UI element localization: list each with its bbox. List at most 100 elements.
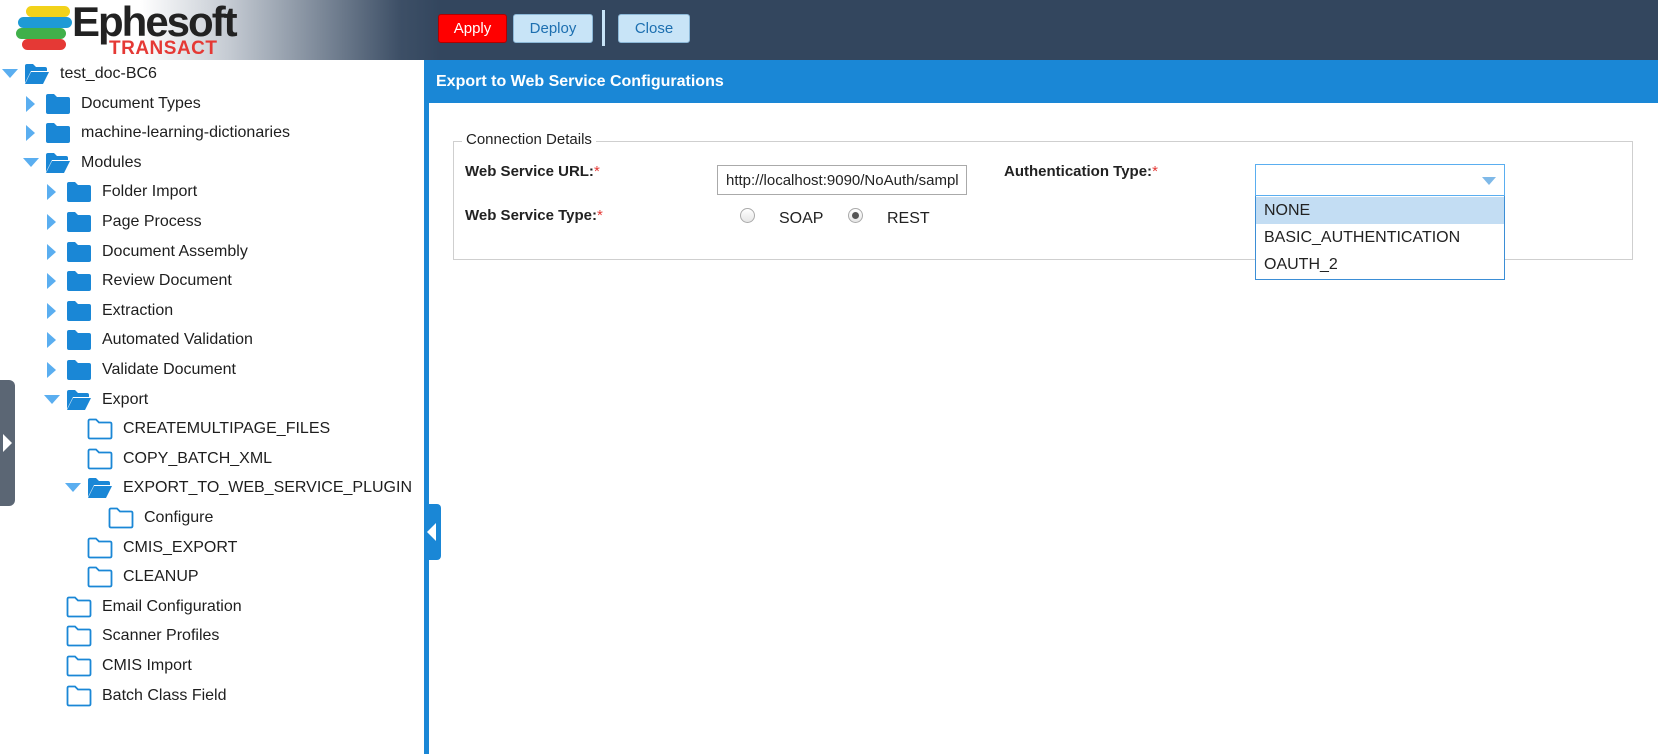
caret-down-icon[interactable]: [2, 66, 18, 82]
tree-item-label[interactable]: Email Configuration: [102, 598, 242, 616]
folder-outline-icon: [87, 566, 113, 588]
tree-item-label[interactable]: Document Types: [81, 95, 201, 113]
folder-icon: [45, 122, 71, 144]
tree-item[interactable]: Folder Import: [44, 178, 197, 206]
folder-outline-icon: [66, 625, 92, 647]
top-toolbar: Ephesoft TRANSACT Apply Deploy Close: [0, 0, 1658, 60]
caret-right-icon[interactable]: [44, 273, 60, 290]
tree-item[interactable]: CLEANUP: [65, 563, 199, 591]
tree-item[interactable]: Document Types: [23, 90, 201, 118]
folder-open-icon: [24, 63, 50, 85]
dropdown-option[interactable]: NONE: [1256, 197, 1504, 224]
tree-item-label[interactable]: Folder Import: [102, 183, 197, 201]
tree-item-label[interactable]: Validate Document: [102, 361, 236, 379]
web-service-type-label: Web Service Type:*: [465, 207, 603, 224]
caret-down-icon[interactable]: [44, 392, 60, 408]
tree-item-label[interactable]: Automated Validation: [102, 331, 253, 349]
rest-radio-label[interactable]: REST: [887, 210, 930, 228]
tree-item-label[interactable]: CREATEMULTIPAGE_FILES: [123, 420, 330, 438]
folder-open-icon: [66, 389, 92, 411]
tree-item-label[interactable]: CMIS Import: [102, 657, 192, 675]
dropdown-option[interactable]: BASIC_AUTHENTICATION: [1256, 224, 1504, 251]
tree-item[interactable]: Scanner Profiles: [44, 622, 219, 650]
folder-open-icon: [87, 477, 113, 499]
required-mark: *: [1152, 163, 1158, 180]
web-service-url-input[interactable]: [717, 165, 967, 195]
tree-item[interactable]: Batch Class Field: [44, 682, 227, 710]
deploy-button[interactable]: Deploy: [513, 14, 593, 43]
folder-icon: [66, 359, 92, 381]
soap-radio-label[interactable]: SOAP: [779, 210, 823, 228]
tree-item-label[interactable]: CMIS_EXPORT: [123, 539, 237, 557]
tree-item[interactable]: machine-learning-dictionaries: [23, 119, 290, 147]
folder-icon: [66, 300, 92, 322]
dropdown-option[interactable]: OAUTH_2: [1256, 251, 1504, 278]
folder-outline-icon: [87, 537, 113, 559]
folder-open-icon: [45, 152, 71, 174]
tree-item-label[interactable]: Configure: [144, 509, 213, 527]
folder-outline-icon: [66, 596, 92, 618]
tree-item[interactable]: Validate Document: [44, 356, 236, 384]
chevron-down-icon[interactable]: [1482, 177, 1496, 185]
tree-item[interactable]: Extraction: [44, 297, 173, 325]
tree-item-label[interactable]: machine-learning-dictionaries: [81, 124, 290, 142]
tree-item[interactable]: Review Document: [44, 267, 232, 295]
web-service-url-label: Web Service URL:*: [465, 163, 600, 180]
folder-icon: [66, 270, 92, 292]
tree-item[interactable]: EXPORT_TO_WEB_SERVICE_PLUGIN: [65, 474, 412, 502]
tree-item[interactable]: CMIS_EXPORT: [65, 534, 237, 562]
folder-icon: [66, 211, 92, 233]
tree-item-label[interactable]: Export: [102, 391, 148, 409]
expand-left-panel-handle[interactable]: [0, 380, 15, 506]
tree-item-label[interactable]: Review Document: [102, 272, 232, 290]
caret-right-icon[interactable]: [44, 362, 60, 378]
tree-item-label[interactable]: Document Assembly: [102, 243, 248, 261]
rest-radio[interactable]: [848, 208, 863, 223]
tree-item[interactable]: Document Assembly: [44, 238, 248, 266]
tree-item-label[interactable]: Page Process: [102, 213, 202, 231]
authentication-type-label: Authentication Type:*: [1004, 163, 1158, 180]
close-button[interactable]: Close: [618, 14, 690, 43]
tree-item-label[interactable]: Modules: [81, 154, 141, 172]
folder-outline-icon: [66, 685, 92, 707]
caret-right-icon[interactable]: [23, 125, 39, 142]
tree-item[interactable]: Modules: [23, 149, 141, 177]
tree-item[interactable]: CMIS Import: [44, 652, 192, 680]
caret-right-icon[interactable]: [44, 243, 60, 260]
caret-down-icon[interactable]: [23, 155, 39, 171]
tree-item[interactable]: Page Process: [44, 208, 202, 236]
logo-stripes-icon: [16, 6, 80, 50]
tree-item-label[interactable]: Extraction: [102, 302, 173, 320]
panel-splitter[interactable]: [424, 60, 429, 754]
tree-item-label[interactable]: EXPORT_TO_WEB_SERVICE_PLUGIN: [123, 479, 412, 497]
caret-right-icon[interactable]: [23, 95, 39, 112]
caret-right-icon[interactable]: [44, 214, 60, 230]
soap-radio[interactable]: [740, 208, 755, 223]
tree-item[interactable]: Configure: [86, 504, 213, 532]
authentication-type-dropdown: NONE BASIC_AUTHENTICATION OAUTH_2: [1255, 196, 1505, 280]
folder-icon: [45, 93, 71, 115]
apply-button[interactable]: Apply: [438, 14, 507, 43]
tree-item[interactable]: CREATEMULTIPAGE_FILES: [65, 415, 330, 443]
folder-outline-icon: [108, 507, 134, 529]
tree-item-label[interactable]: Scanner Profiles: [102, 627, 219, 645]
ephesoft-logo: Ephesoft TRANSACT: [16, 0, 246, 59]
tree-item[interactable]: test_doc-BC6: [2, 60, 157, 88]
tree-item-label[interactable]: Batch Class Field: [102, 687, 227, 705]
tree-item[interactable]: Automated Validation: [44, 326, 253, 354]
tree-item-label[interactable]: test_doc-BC6: [60, 65, 157, 83]
tree-item[interactable]: Export: [44, 386, 148, 414]
folder-icon: [66, 329, 92, 351]
caret-right-icon[interactable]: [44, 302, 60, 319]
tree-item-label[interactable]: CLEANUP: [123, 568, 199, 586]
caret-right-icon[interactable]: [44, 332, 60, 349]
tree-item[interactable]: Email Configuration: [44, 593, 242, 621]
panel-title: Export to Web Service Configurations: [429, 60, 1658, 103]
tree-item-label[interactable]: COPY_BATCH_XML: [123, 450, 272, 468]
caret-right-icon[interactable]: [44, 184, 60, 201]
collapse-tree-handle[interactable]: [424, 504, 441, 560]
folder-outline-icon: [87, 448, 113, 470]
caret-down-icon[interactable]: [65, 480, 81, 496]
tree-item[interactable]: COPY_BATCH_XML: [65, 445, 272, 473]
authentication-type-select[interactable]: [1255, 164, 1505, 196]
